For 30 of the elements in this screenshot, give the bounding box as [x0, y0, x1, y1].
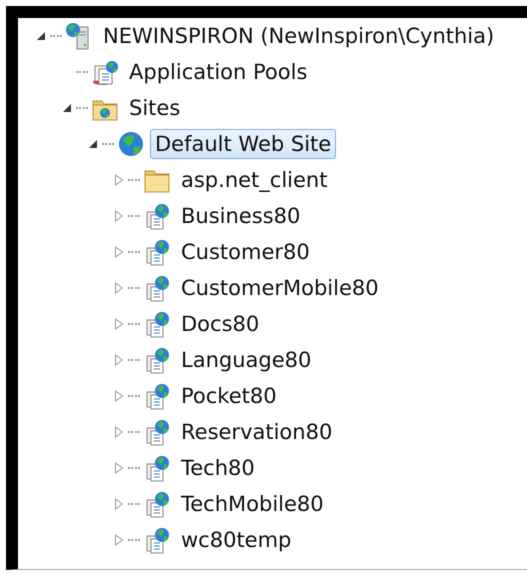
expand-arrow-icon[interactable] — [114, 282, 124, 294]
tree-item[interactable]: Language80 — [176, 345, 316, 375]
expand-arrow-icon[interactable] — [114, 498, 124, 510]
tree-item[interactable]: NEWINSPIRON (NewInspiron\Cynthia) — [98, 21, 500, 51]
tree-item[interactable]: Customer80 — [176, 237, 315, 267]
tree-item[interactable]: asp.net_client — [176, 165, 332, 195]
expand-arrow-icon[interactable] — [114, 462, 124, 474]
tree-item[interactable]: TechMobile80 — [176, 489, 329, 519]
tree-item[interactable]: Docs80 — [176, 309, 264, 339]
tree-item[interactable]: Sites — [124, 93, 186, 123]
collapse-arrow-icon[interactable] — [36, 31, 46, 41]
expand-arrow-icon[interactable] — [114, 426, 124, 438]
expand-arrow-icon[interactable] — [114, 534, 124, 546]
expand-arrow-icon[interactable] — [114, 390, 124, 402]
expand-arrow-icon[interactable] — [114, 174, 124, 186]
collapse-arrow-icon[interactable] — [88, 139, 98, 149]
tree-item[interactable]: Business80 — [176, 201, 306, 231]
tree-item[interactable]: wc80temp — [176, 525, 296, 555]
expand-arrow-icon[interactable] — [114, 246, 124, 258]
globe-icon — [116, 129, 146, 159]
tree-item[interactable]: Default Web Site — [150, 129, 336, 159]
expand-arrow-icon[interactable] — [114, 318, 124, 330]
tree-item[interactable]: Reservation80 — [176, 417, 338, 447]
tree-item[interactable]: Tech80 — [176, 453, 260, 483]
expand-arrow-icon[interactable] — [114, 210, 124, 222]
expand-arrow-icon[interactable] — [114, 354, 124, 366]
tree-item[interactable]: Pocket80 — [176, 381, 282, 411]
tree-item[interactable]: Application Pools — [124, 57, 312, 87]
collapse-arrow-icon[interactable] — [62, 103, 72, 113]
tree-item[interactable]: CustomerMobile80 — [176, 273, 384, 303]
